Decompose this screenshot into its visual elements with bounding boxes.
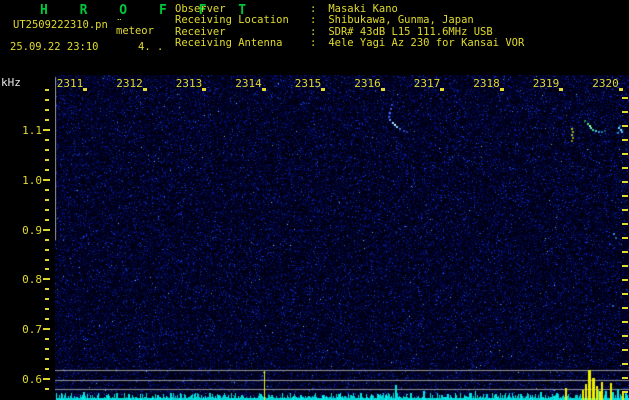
freq-minor-tick xyxy=(45,148,49,151)
freq-tick-label: 0.9 xyxy=(22,223,42,237)
freq-major-tick xyxy=(43,278,50,281)
time-tick-mark xyxy=(380,88,385,91)
freq-minor-tick xyxy=(45,109,49,112)
observation-datetime: 25.09.22 23:10 xyxy=(10,41,99,53)
freq-minor-tick xyxy=(45,198,49,201)
observation-info: Observer: Masaki Kano Receiving Location:… xyxy=(175,3,525,50)
freq-minor-tick xyxy=(45,188,49,191)
freq-major-tick xyxy=(43,178,50,181)
freq-minor-tick xyxy=(45,308,49,311)
freq-minor-tick xyxy=(45,298,49,301)
freq-minor-tick xyxy=(45,288,49,291)
freq-right-tick xyxy=(622,181,628,183)
freq-minor-tick xyxy=(45,218,49,221)
time-tick-label: 2319 xyxy=(532,77,560,90)
time-tick-mark xyxy=(618,88,623,91)
freq-right-tick xyxy=(622,139,628,141)
freq-right-tick xyxy=(622,223,628,225)
freq-right-tick xyxy=(622,153,628,155)
freq-major-tick xyxy=(43,378,50,380)
freq-minor-tick xyxy=(45,158,49,161)
info-value: 4ele Yagi Az 230 for Kansai VOR xyxy=(322,37,525,50)
info-label: Receiving Antenna xyxy=(175,37,283,50)
freq-right-tick xyxy=(622,265,628,267)
time-tick-mark xyxy=(261,88,266,91)
time-tick-label: 2315 xyxy=(294,77,322,90)
meteor-mode-label: meteor xyxy=(116,25,154,37)
freq-minor-tick xyxy=(45,119,49,121)
time-tick-label: 2314 xyxy=(235,77,262,90)
freq-minor-tick xyxy=(45,388,49,390)
freq-minor-tick xyxy=(45,368,49,370)
time-tick-label: 2312 xyxy=(116,77,143,90)
freq-minor-tick xyxy=(45,358,49,361)
freq-minor-tick xyxy=(45,248,49,251)
time-tick-label: 2317 xyxy=(413,77,441,90)
freq-major-tick xyxy=(43,328,50,331)
time-tick-label: 2318 xyxy=(473,77,500,90)
meteor-count: 4. . xyxy=(138,41,164,53)
freq-minor-tick xyxy=(45,258,49,261)
time-tick-mark xyxy=(499,88,504,91)
freq-right-tick xyxy=(622,97,628,99)
freq-right-tick xyxy=(622,237,628,239)
time-tick-mark xyxy=(202,88,206,91)
freq-right-tick xyxy=(622,209,628,211)
freq-unit-label: kHz xyxy=(1,76,21,89)
freq-tick-label: 0.6 xyxy=(22,373,42,386)
freq-minor-tick xyxy=(45,318,49,321)
freq-minor-tick xyxy=(45,89,49,92)
freq-right-tick xyxy=(622,279,628,281)
freq-right-tick xyxy=(622,363,628,365)
freq-minor-tick xyxy=(45,168,49,171)
freq-tick-label: 1.1 xyxy=(22,124,42,137)
time-tick-mark xyxy=(83,88,87,91)
freq-right-tick xyxy=(622,307,628,309)
time-tick-mark xyxy=(142,88,147,91)
freq-minor-tick xyxy=(45,348,49,351)
freq-tick-label: 0.8 xyxy=(22,273,42,287)
time-tick-label: 2311 xyxy=(56,77,84,90)
time-tick-label: 2316 xyxy=(354,77,381,90)
hrofft-screen: H R O F F T UT2509222310.pn ¨ meteor 25.… xyxy=(0,0,629,400)
info-row-3: Receiving Antenna: 4ele Yagi Az 230 for … xyxy=(175,37,525,50)
freq-major-tick xyxy=(43,228,50,231)
freq-minor-tick xyxy=(45,208,49,211)
freq-minor-tick xyxy=(45,139,49,141)
time-tick-mark xyxy=(321,88,325,91)
time-tick-mark xyxy=(440,88,444,91)
freq-right-tick xyxy=(622,251,628,253)
info-separator: : xyxy=(310,37,317,50)
freq-tick-label: 1.0 xyxy=(22,173,42,187)
freq-minor-tick xyxy=(45,338,49,341)
freq-right-tick xyxy=(622,167,628,169)
freq-right-tick xyxy=(622,349,628,351)
freq-right-tick xyxy=(622,391,628,393)
time-tick-label: 2313 xyxy=(175,77,203,90)
freq-minor-tick xyxy=(45,238,49,241)
freq-right-tick xyxy=(622,111,628,113)
freq-right-tick xyxy=(622,377,628,379)
spectrogram-canvas xyxy=(55,75,629,400)
time-tick-label: 2320 xyxy=(592,77,619,90)
freq-right-tick xyxy=(622,321,628,323)
filename: UT2509222310.pn xyxy=(13,19,108,31)
freq-right-tick xyxy=(622,293,628,295)
time-tick-mark xyxy=(559,88,563,91)
freq-minor-tick xyxy=(45,99,49,102)
freq-right-tick xyxy=(622,125,628,127)
freq-right-tick xyxy=(622,335,628,337)
freq-tick-label: 0.7 xyxy=(22,323,42,337)
freq-major-tick xyxy=(43,129,50,131)
freq-minor-tick xyxy=(45,268,49,271)
freq-right-tick xyxy=(622,195,628,197)
